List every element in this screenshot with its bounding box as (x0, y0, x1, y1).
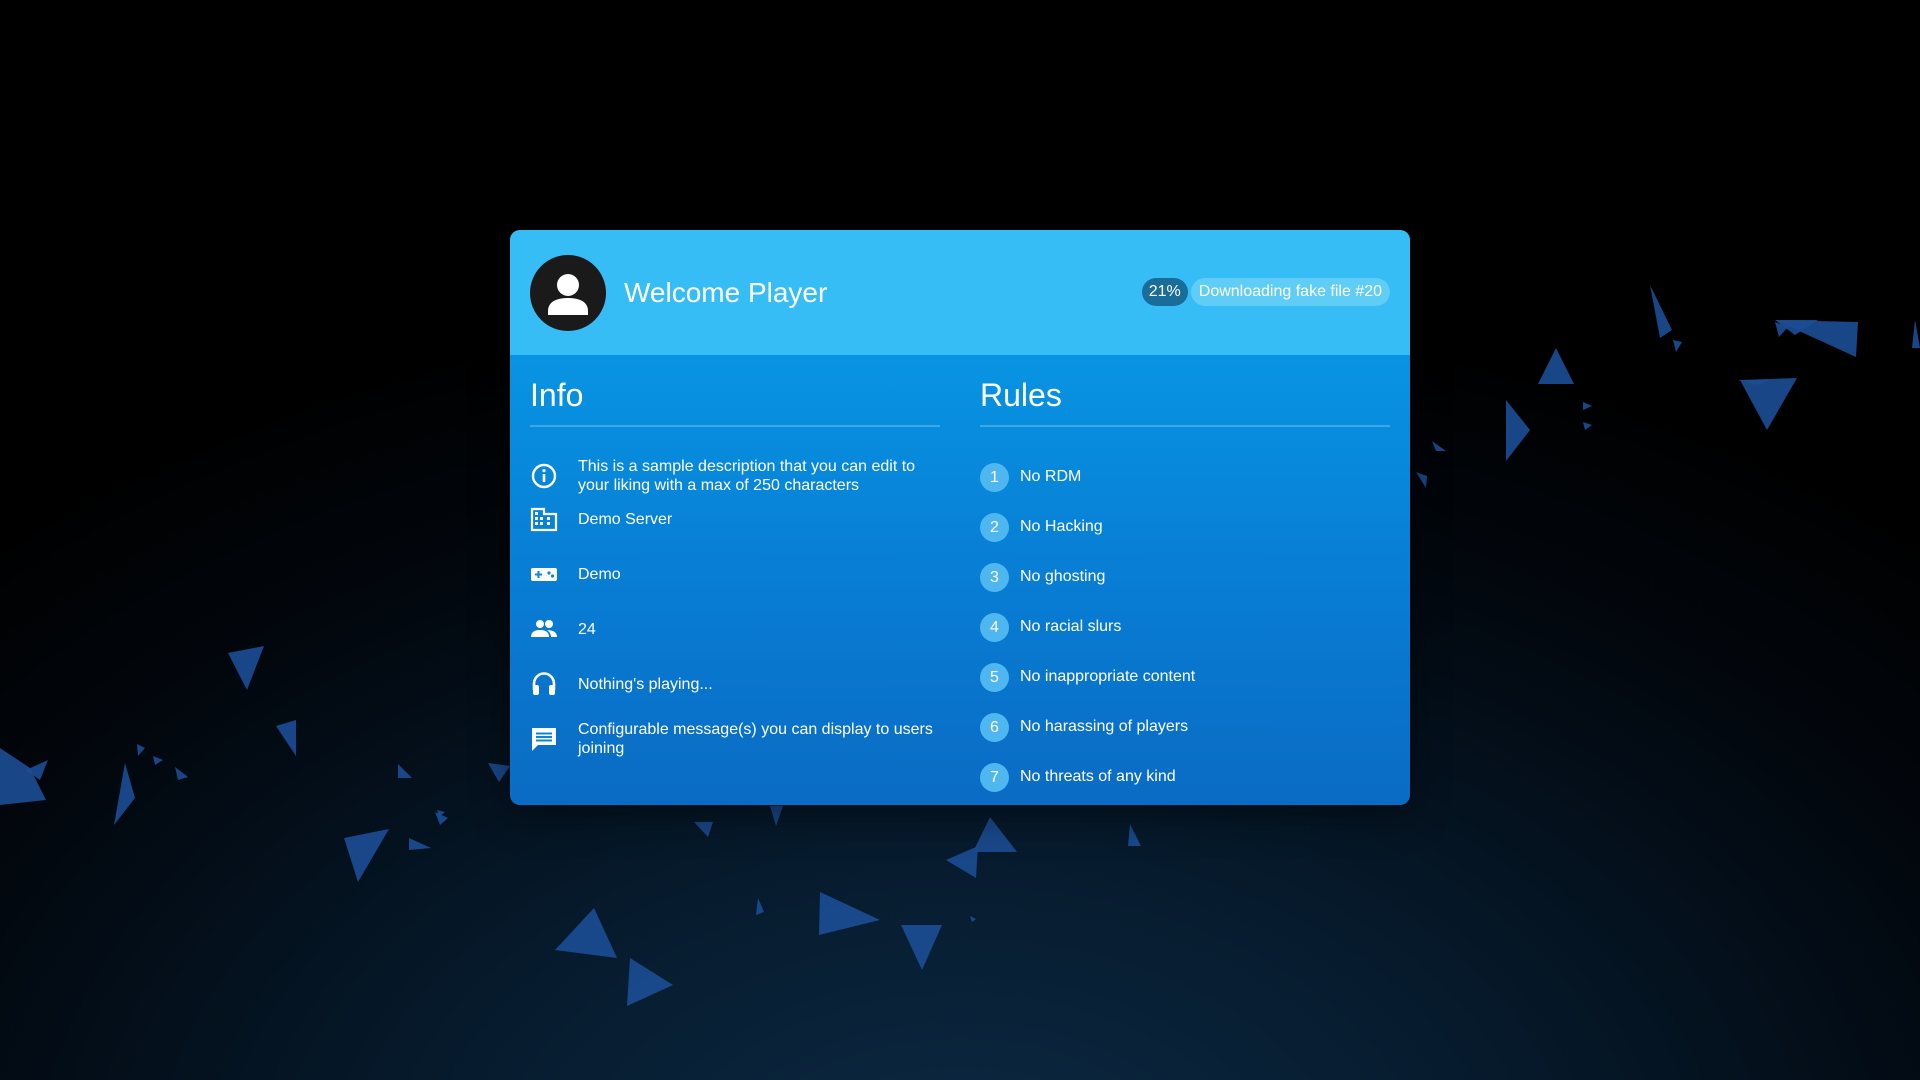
shard (1506, 400, 1530, 461)
welcome-title: Welcome Player (624, 277, 828, 308)
rule-text: No inappropriate content (1020, 668, 1196, 685)
shard (276, 720, 296, 756)
shard (153, 756, 163, 765)
info-join-message: Configurable message(s) you can display … (578, 721, 933, 757)
shard (1650, 285, 1672, 338)
rule-text: No ghosting (1020, 568, 1106, 585)
info-section: Info This is a sample description that y… (530, 375, 940, 757)
info-player-count: 24 (578, 620, 596, 638)
info-description: This is a sample description that you ca… (578, 458, 916, 494)
rule-number-badge: 2 (980, 512, 1009, 542)
progress-percent: 21% (1141, 278, 1188, 306)
message-icon (530, 725, 558, 753)
info-item-message: Configurable message(s) you can display … (530, 720, 940, 758)
rule-text: No Hacking (1020, 518, 1103, 535)
shard (970, 916, 976, 922)
rule-text: No RDM (1020, 468, 1082, 485)
rule-number-badge: 6 (980, 712, 1009, 742)
rule-item: 4 No racial slurs (980, 612, 1121, 642)
shard (114, 763, 135, 825)
rule-number-badge: 5 (980, 662, 1009, 692)
info-item-description: This is a sample description that you ca… (530, 457, 940, 495)
info-item-music: Nothing's playing... (530, 670, 940, 698)
shard (1583, 402, 1592, 410)
rule-text: No threats of any kind (1020, 768, 1176, 785)
rule-number-badge: 4 (980, 612, 1009, 642)
shard (973, 817, 1017, 852)
shard (555, 908, 617, 958)
download-status: Downloading fake file #20 (1190, 278, 1390, 306)
shard (228, 646, 264, 690)
shard (137, 744, 145, 756)
shard (1432, 441, 1446, 451)
user-icon (548, 274, 588, 315)
rule-item: 2 No Hacking (980, 512, 1103, 542)
shard (1416, 472, 1427, 488)
shard (946, 846, 978, 878)
rule-item: 6 No harassing of players (980, 712, 1188, 742)
shard (1583, 422, 1592, 430)
shard (770, 806, 783, 826)
rule-text: No harassing of players (1020, 718, 1189, 735)
shard (1128, 824, 1141, 846)
rule-item: 7 No threats of any kind (980, 762, 1176, 792)
shard (694, 822, 713, 837)
shard (1673, 340, 1682, 352)
people-icon (530, 615, 558, 643)
shard (1538, 348, 1574, 384)
shard (819, 892, 880, 935)
shard (488, 763, 510, 782)
shard (175, 767, 188, 780)
shard (1912, 320, 1920, 348)
download-progress: 21% Downloading fake file #20 (1141, 277, 1390, 307)
info-item-gamemode: Demo (530, 560, 940, 588)
info-item-players: 24 (530, 615, 940, 643)
rules-section: Rules 1 No RDM 2 No Hacking 3 No ghostin… (980, 375, 1390, 792)
rule-item: 5 No inappropriate content (980, 662, 1195, 692)
headphones-icon (530, 670, 558, 698)
shard (756, 898, 764, 915)
shard (409, 838, 431, 850)
rule-number-badge: 3 (980, 562, 1009, 592)
rule-item: 1 No RDM (980, 462, 1081, 492)
rule-text: No racial slurs (1020, 618, 1122, 635)
info-gamemode: Demo (578, 565, 621, 583)
shard (627, 958, 673, 1006)
rules-title: Rules (980, 375, 1390, 427)
info-now-playing: Nothing's playing... (578, 675, 713, 693)
shard (398, 764, 412, 778)
info-item-server: Demo Server (530, 505, 940, 533)
rule-number-badge: 7 (980, 762, 1009, 792)
info-server-name: Demo Server (578, 510, 673, 528)
shard (1740, 378, 1797, 430)
card-header: Welcome Player 21% Downloading fake file… (510, 230, 1410, 355)
shard (901, 925, 942, 970)
shard (344, 829, 389, 882)
welcome-card: Welcome Player 21% Downloading fake file… (510, 230, 1410, 805)
building-icon (530, 505, 558, 533)
rule-item: 3 No ghosting (980, 562, 1105, 592)
info-circle-icon (530, 462, 558, 490)
rule-number-badge: 1 (980, 462, 1009, 492)
avatar (530, 255, 606, 331)
info-title: Info (530, 375, 940, 427)
gamepad-icon (530, 560, 558, 588)
